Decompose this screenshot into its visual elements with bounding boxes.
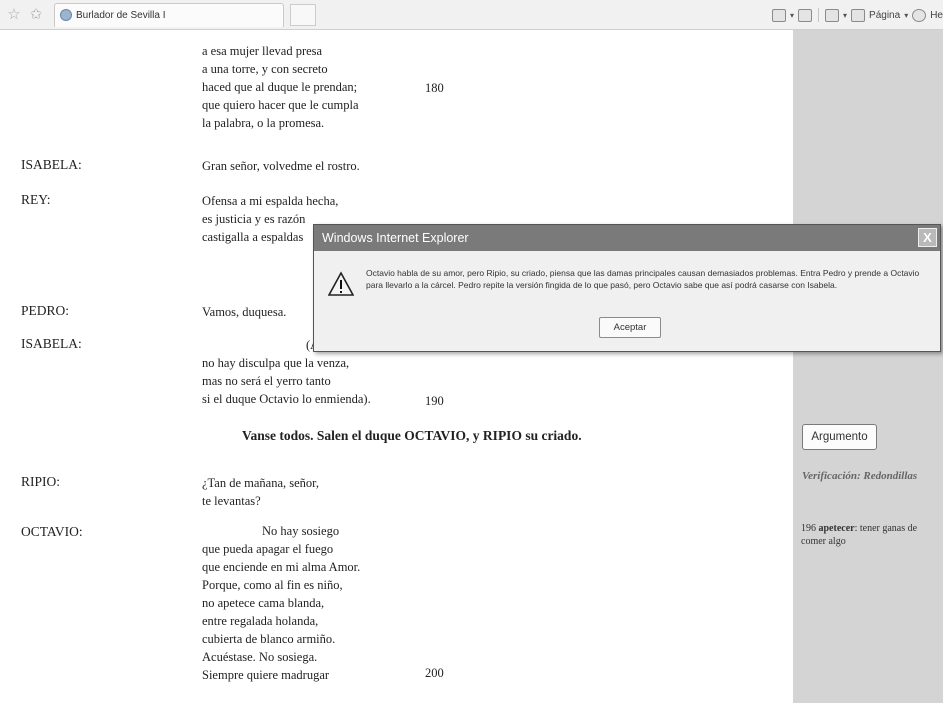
verse-line: Porque, como al fin es niño, [202,578,343,592]
dialog-message: Octavio habla de su amor, pero Ripio, su… [366,268,920,290]
verse-line: si el duque Octavio lo enmienda). [202,392,371,406]
argument-button[interactable]: Argumento [802,424,877,450]
verse-block-octavio: que pueda apagar el fuego que enciende e… [202,540,360,684]
verse-line: Ofensa a mi espalda hecha, [202,194,339,208]
alert-dialog: Windows Internet Explorer X Octavio habl… [313,224,941,352]
page-icon[interactable] [851,8,866,22]
page-menu[interactable]: Página [869,10,900,21]
verification-label: Verificación: Redondillas [802,470,918,482]
tab-title: Burlador de Sevilla I [76,10,166,21]
help-icon[interactable] [912,8,927,22]
verse-number-190: 190 [425,394,444,408]
verse-block-isabela: no hay disculpa que la venza, mas no ser… [202,354,371,408]
speaker-isabela: ISABELA: [21,157,82,172]
speaker-octavio: OCTAVIO: [21,524,83,539]
home-dropdown-icon[interactable]: ▾ [790,11,794,20]
speaker-ripio: RIPIO: [21,474,61,489]
close-icon[interactable]: X [918,228,937,247]
verse-line: Vamos, duquesa. [202,305,287,319]
command-bar: ▾ ▾ Página ▾ He [772,8,943,22]
verse-line: entre regalada holanda, [202,614,319,628]
browser-toolbar: ☆ ✩ Burlador de Sevilla I ▾ ▾ Página ▾ He [0,0,943,30]
verse-line: Siempre quiere madrugar [202,668,330,682]
footnote-number: 196 [801,523,816,534]
verse-line: Acuéstase. No sosiega. [202,650,318,664]
verse-line: mas no será el yerro tanto [202,374,331,388]
add-favorites-icon[interactable]: ✩ [28,7,44,23]
new-tab-button[interactable] [290,4,316,26]
speaker-pedro: PEDRO: [21,303,70,318]
verse-block-ripio: ¿Tan de mañana, señor, te levantas? [202,474,319,510]
verse-number-180: 180 [425,81,444,95]
verse-line: cubierta de blanco armiño. [202,632,336,646]
help-menu[interactable]: He [930,10,943,21]
stage-direction: Vanse todos. Salen el duque OCTAVIO, y R… [242,428,582,443]
verse-line: no hay disculpa que la venza, [202,356,350,370]
print-icon[interactable] [825,8,840,22]
page-dropdown-icon[interactable]: ▾ [904,11,908,20]
verse-line: que quiero hacer que le cumpla [202,98,359,112]
verse-line: No hay sosiego [262,524,340,538]
right-sidebar [793,30,943,703]
verse-line: Gran señor, volvedme el rostro. [202,159,360,173]
play-text-area [0,30,793,703]
verse-line: no apetece cama blanda, [202,596,325,610]
speaker-rey: REY: [21,192,51,207]
home-icon[interactable] [772,8,787,22]
ok-button[interactable]: Aceptar [599,317,661,338]
browser-tab[interactable]: Burlador de Sevilla I [54,3,284,27]
footnote-term: apetecer [818,523,855,534]
verse-line: haced que al duque le prendan; [202,80,358,94]
ie-page-icon [60,9,72,21]
verse-block-1: a esa mujer llevad presa a una torre, y … [202,42,359,132]
verse-line: te levantas? [202,494,261,508]
separator [818,8,820,22]
verse-line: que enciende en mi alma Amor. [202,560,361,574]
speaker-isabela-2: ISABELA: [21,336,82,351]
feeds-icon[interactable] [798,8,813,22]
verse-number-200: 200 [425,666,444,680]
verse-line: la palabra, o la promesa. [202,116,325,130]
dialog-title: Windows Internet Explorer [314,225,940,251]
verse-line: que pueda apagar el fuego [202,542,334,556]
favorites-star-icon[interactable]: ☆ [6,7,22,23]
verse-line: ¿Tan de mañana, señor, [202,476,319,490]
warning-icon [328,271,354,296]
verse-line: a esa mujer llevad presa [202,44,323,58]
print-dropdown-icon[interactable]: ▾ [843,11,847,20]
verse-line: a una torre, y con secreto [202,62,328,76]
footnote: 196 apetecer: tener ganas de comer algo [801,522,943,548]
favorites-area: ☆ ✩ [6,7,44,23]
